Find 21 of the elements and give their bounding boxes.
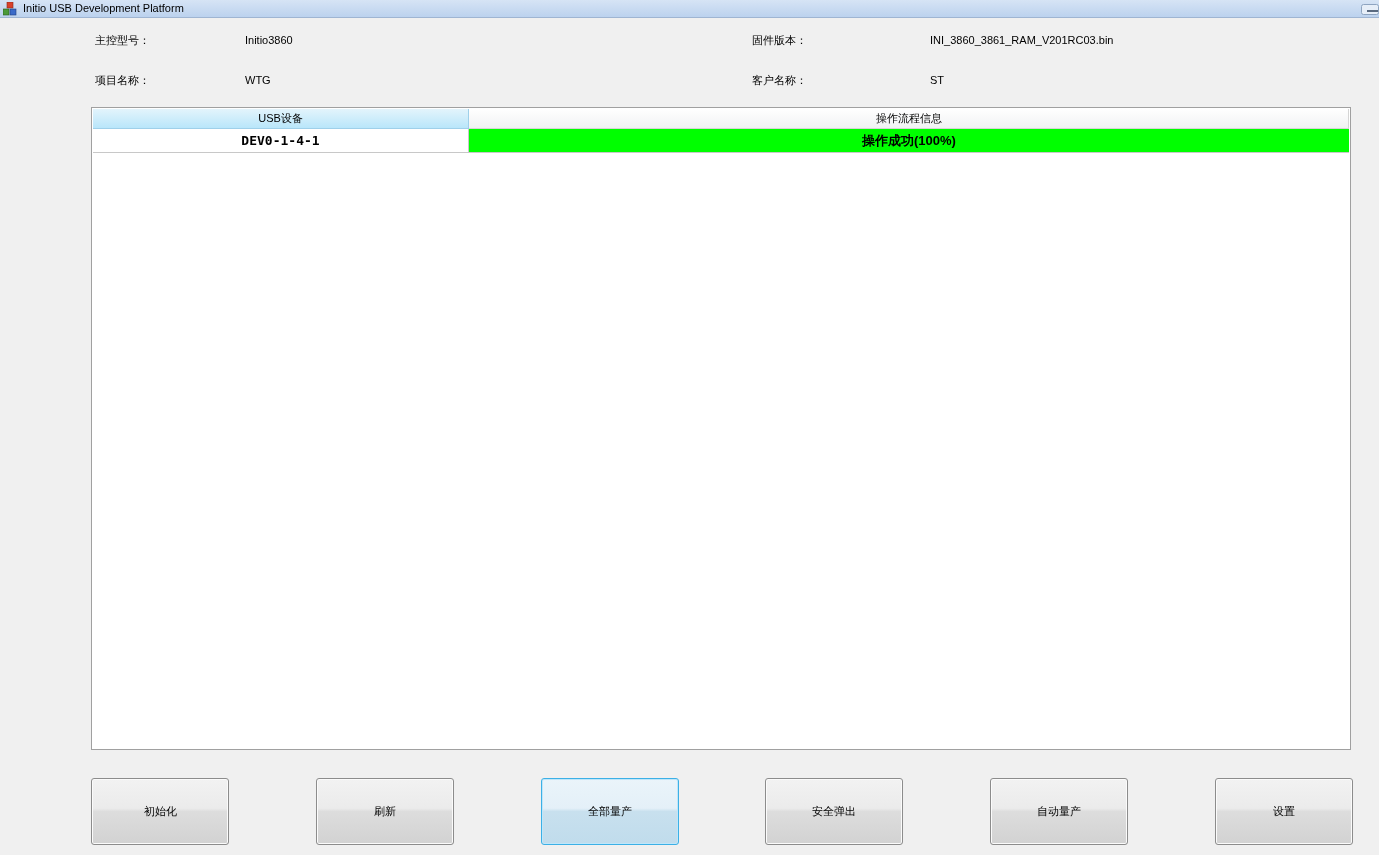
field-value: WTG [245, 74, 272, 87]
field-value: INI_3860_3861_RAM_V201RC03.bin [930, 34, 1114, 47]
field-label: 固件版本： [752, 34, 808, 47]
column-header[interactable]: USB设备 [93, 109, 469, 129]
action-button[interactable]: 安全弹出 [765, 778, 904, 845]
cubes-icon [3, 1, 17, 16]
field-label: 客户名称： [752, 74, 808, 87]
action-button[interactable]: 初始化 [91, 778, 229, 845]
minimize-icon[interactable] [1361, 3, 1379, 15]
action-button[interactable]: 全部量产 [540, 778, 679, 845]
action-button[interactable]: 刷新 [315, 778, 454, 845]
field-label: 主控型号： [95, 34, 151, 47]
action-button[interactable]: 设置 [1215, 778, 1353, 845]
table-cell: DEV0-1-4-1 [93, 129, 469, 153]
field-value: Initio3860 [245, 34, 294, 47]
window-title: Initio USB Development Platform [23, 3, 184, 14]
action-button[interactable]: 自动量产 [990, 778, 1129, 845]
column-header[interactable]: 操作流程信息 [469, 109, 1349, 129]
field-label: 项目名称： [95, 74, 151, 87]
field-value: ST [930, 74, 946, 87]
status-cell: 操作成功(100%) [469, 129, 1349, 153]
